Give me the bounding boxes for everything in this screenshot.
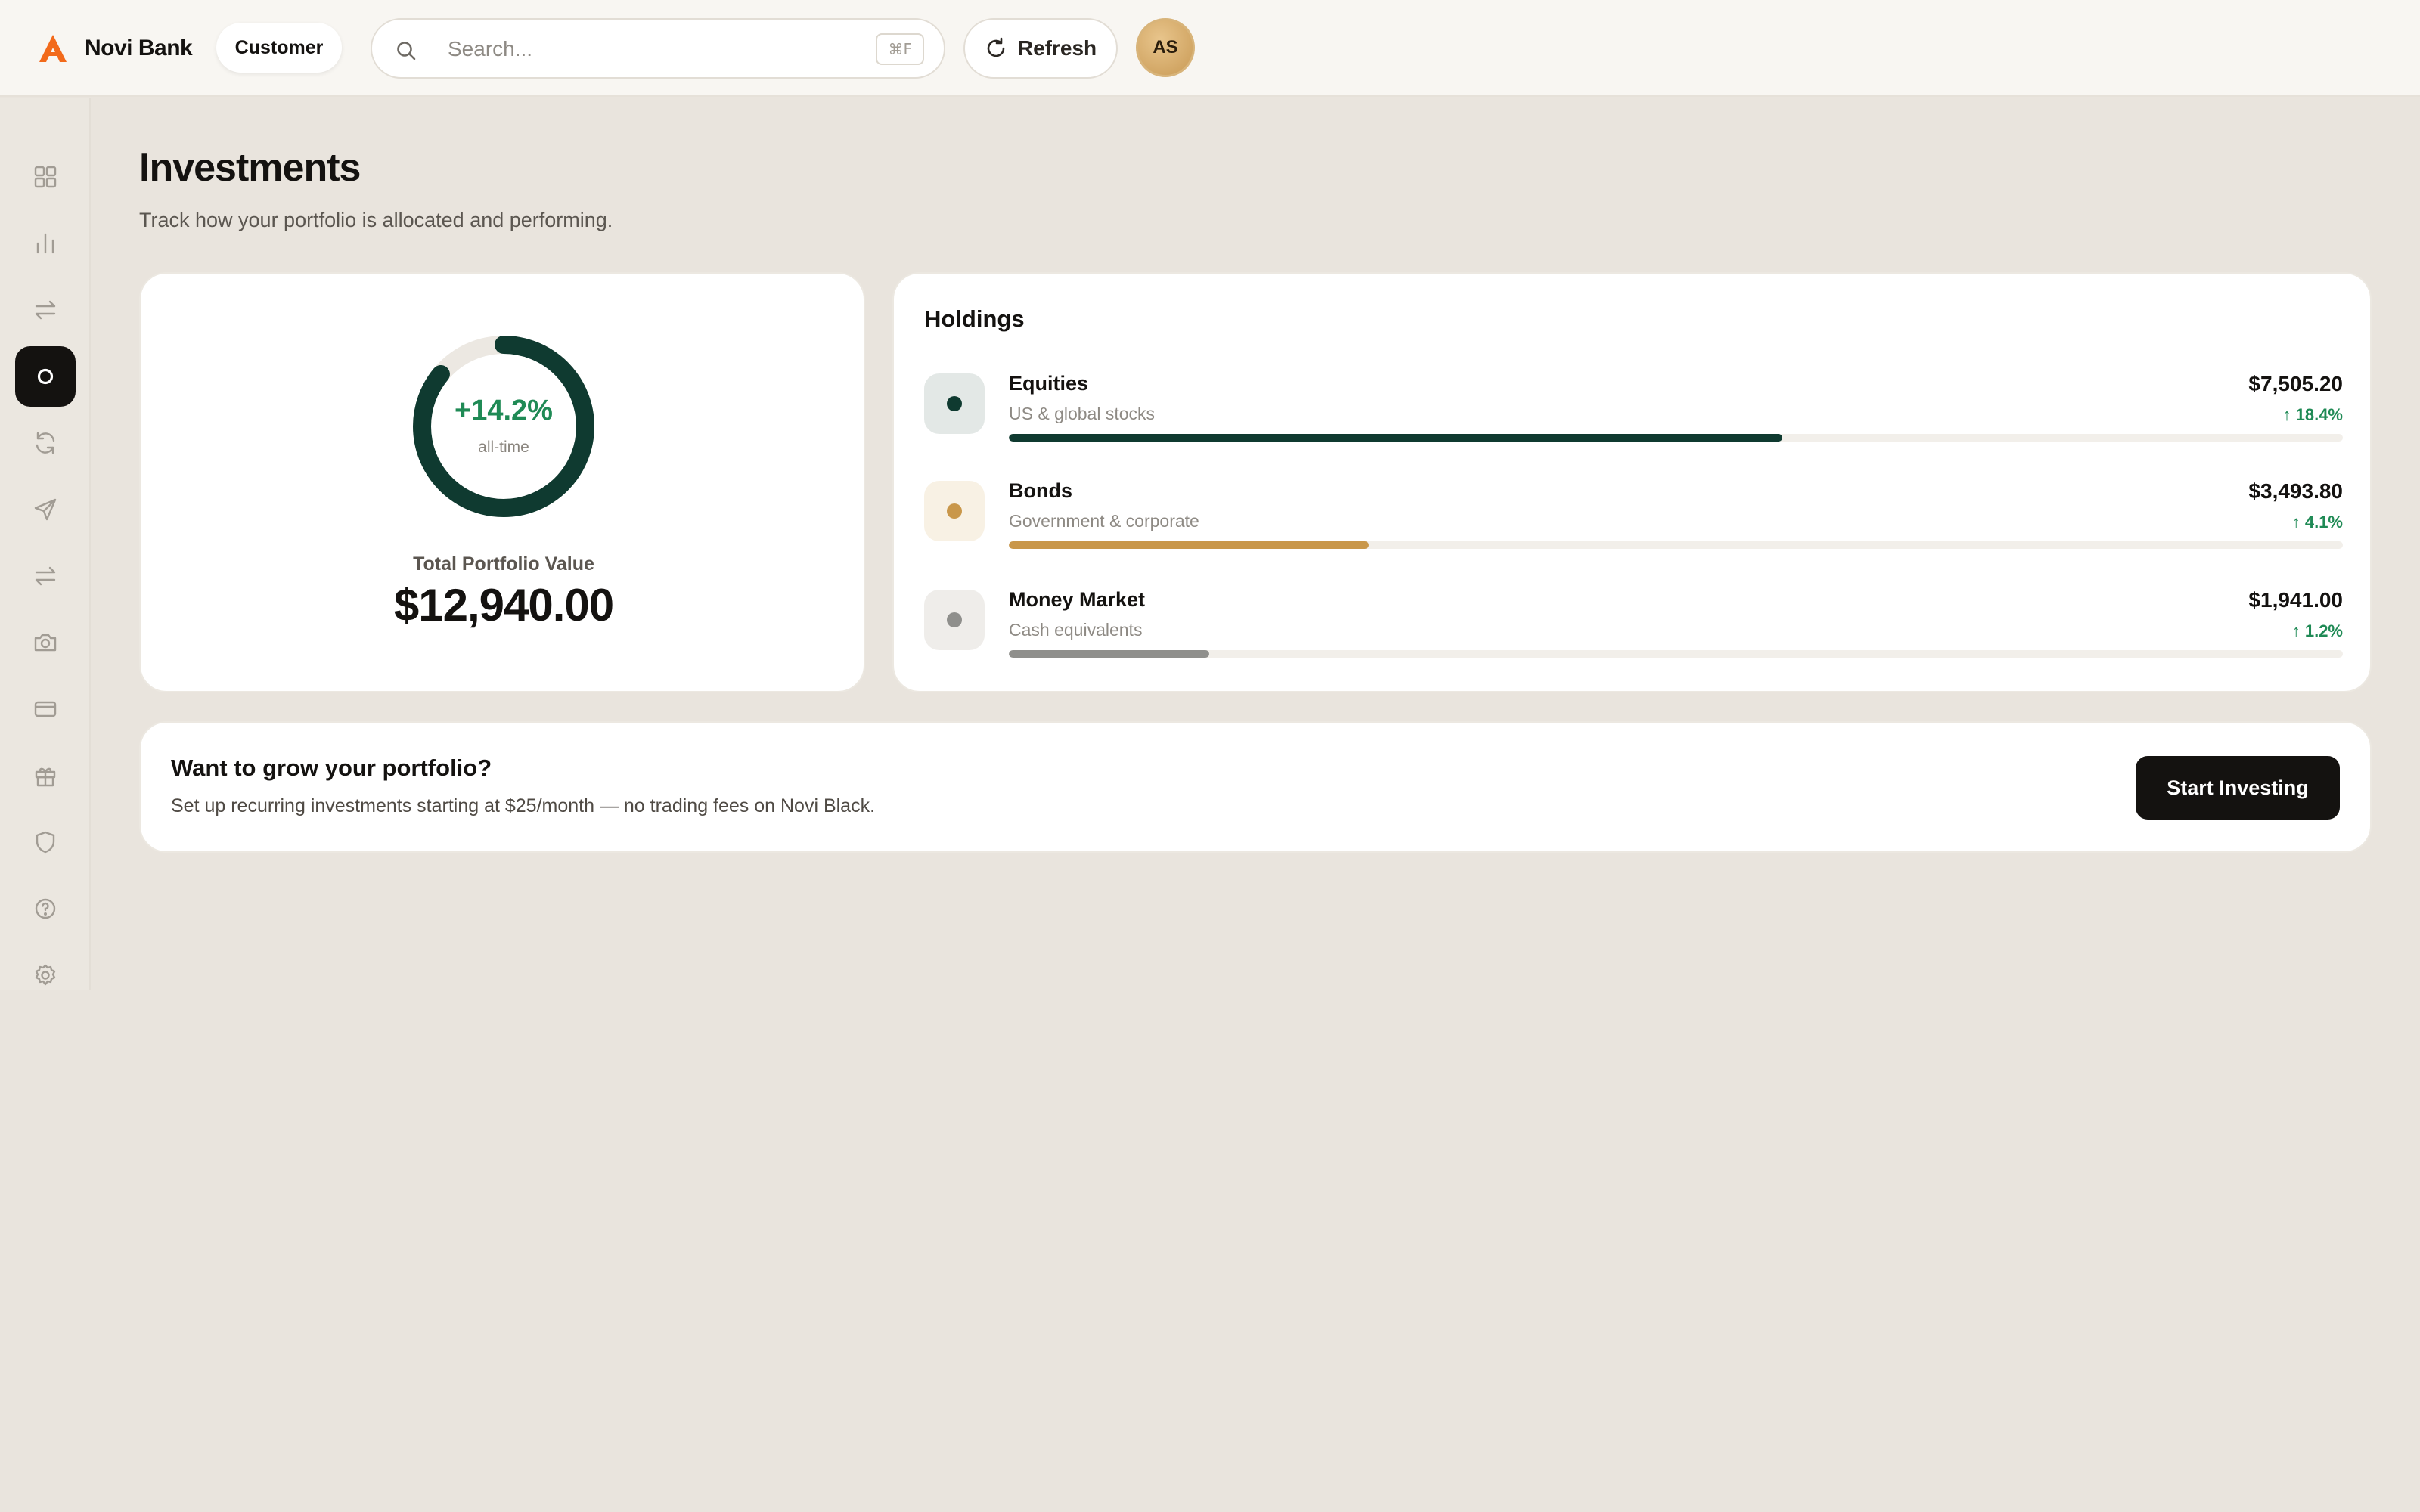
start-investing-button[interactable]: Start Investing [2136,756,2340,820]
holding-row-equities[interactable]: Equities US & global stocks $7,505.20 ↑ … [924,372,2344,457]
sidebar-item-help[interactable] [15,878,76,939]
grow-portfolio-banner: Want to grow your portfolio? Set up recu… [139,721,2372,853]
holding-description: Government & corporate [1009,511,1199,531]
sidebar [0,98,91,990]
holding-dot-icon [947,503,962,519]
holding-name: Equities [1009,372,1089,395]
holding-dot-icon [947,396,962,411]
holding-row-money-market[interactable]: Money Market Cash equivalents $1,941.00 … [924,588,2343,673]
allocation-bar-fill [1009,434,1783,442]
holdings-card: Holdings Equities US & global stocks $7,… [892,272,2372,692]
banner-title: Want to grow your portfolio? [171,754,492,781]
sidebar-item-rewards[interactable] [15,745,76,806]
gift-icon [35,767,56,787]
holding-amount: $7,505.20 [2248,372,2343,395]
sidebar-item-send[interactable] [15,479,76,540]
sidebar-item-recurring[interactable] [15,413,76,473]
sidebar-item-dashboard[interactable] [15,147,76,207]
brand-logo-icon [39,35,67,62]
brand[interactable]: Novi Bank [36,30,193,67]
allocation-bar-track [1009,541,2343,549]
transfer-arrows-icon [35,300,56,320]
bar-chart-icon [36,233,54,254]
brand-name: Novi Bank [85,36,193,60]
holdings-title: Holdings [924,305,1025,332]
sidebar-item-security[interactable] [15,812,76,872]
holding-dot-icon [947,612,962,627]
holding-amount: $1,941.00 [2248,588,2343,612]
portfolio-summary-card: +14.2% all-time Total Portfolio Value $1… [139,272,865,692]
holding-row-bonds[interactable]: Bonds Government & corporate $3,493.80 ↑… [924,479,2343,564]
refresh-icon [987,37,1005,57]
sidebar-item-deposit[interactable] [15,612,76,673]
swap-icon [35,566,56,586]
sidebar-item-exchange[interactable] [15,546,76,606]
sidebar-item-settings[interactable] [15,945,76,1005]
grid-icon [34,166,57,188]
allocation-bar-fill [1009,541,1370,549]
holding-description: US & global stocks [1009,404,1156,423]
sidebar-item-transfers[interactable] [15,280,76,340]
banner-text: Set up recurring investments starting at… [171,795,876,816]
search-bar[interactable]: ⌘F [371,18,945,79]
investments-circle-icon [37,368,54,385]
performance-percent: +14.2% [455,395,553,426]
holding-name: Bonds [1009,479,1072,502]
allocation-bar-fill [1009,650,1209,658]
sidebar-item-analytics[interactable] [15,213,76,274]
sidebar-item-investments[interactable] [15,346,76,407]
holding-change: ↑ 18.4% [2282,405,2344,424]
holding-description: Cash equivalents [1009,620,1143,640]
send-icon [34,498,57,521]
refresh-button[interactable]: Refresh [963,18,1118,79]
shield-icon [36,831,55,854]
sidebar-item-cards[interactable] [15,679,76,739]
page-subtitle: Track how your portfolio is allocated an… [139,209,613,231]
holding-name: Money Market [1009,588,1146,611]
holding-amount: $3,493.80 [2248,479,2343,503]
allocation-bar-track [1009,434,2343,442]
total-portfolio-value: $12,940.00 [393,580,614,631]
allocation-bar-track [1009,650,2343,658]
help-icon [35,898,56,919]
performance-period: all-time [478,438,529,456]
search-icon [397,42,416,60]
avatar[interactable]: AS [1136,18,1195,77]
search-input[interactable] [448,29,826,70]
holding-icon [924,481,985,541]
holding-icon [924,373,985,434]
top-bar: Novi Bank Customer ⌘F Refresh AS [0,0,2420,97]
holding-icon [924,590,985,650]
total-portfolio-label: Total Portfolio Value [413,553,594,575]
card-icon [34,701,57,717]
page-title: Investments [139,146,361,190]
camera-icon [34,634,57,652]
holding-change: ↑ 4.1% [2291,513,2343,531]
search-shortcut-hint: ⌘F [876,33,924,65]
refresh-icon [36,432,55,454]
refresh-label: Refresh [1017,36,1097,60]
role-switcher-button[interactable]: Customer [216,23,342,73]
gear-icon [35,964,56,986]
holding-change: ↑ 1.2% [2291,621,2343,640]
